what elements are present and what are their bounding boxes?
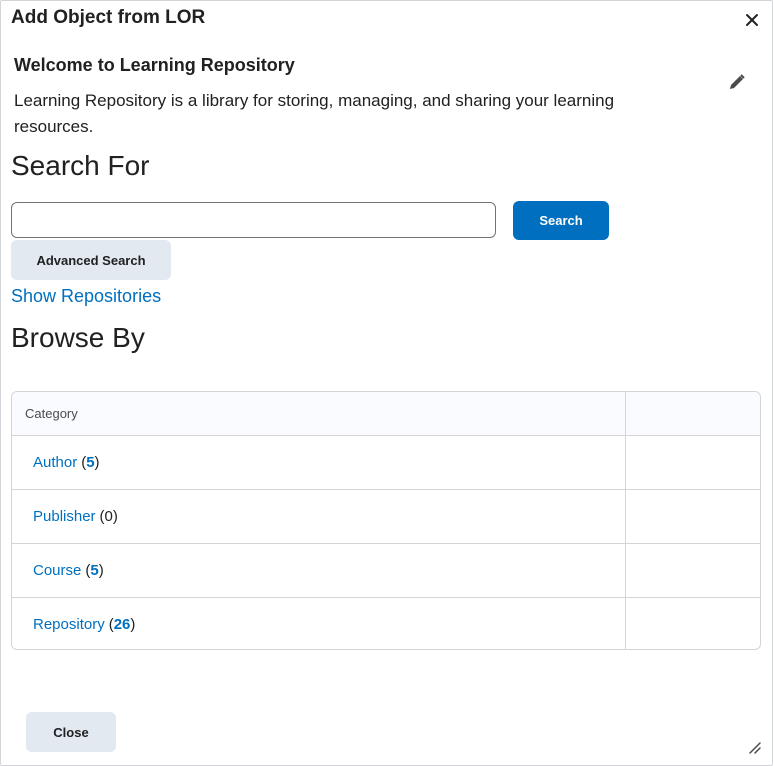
count-value: 0	[104, 508, 113, 525]
add-object-dialog: Add Object from LOR Welcome to Learning …	[0, 0, 773, 766]
category-count: (0)	[99, 508, 118, 525]
widget-title: Welcome to Learning Repository	[14, 55, 295, 75]
empty-cell	[625, 597, 760, 649]
category-cell: Author (5)	[12, 435, 626, 490]
table-row: Course (5)	[12, 543, 760, 598]
empty-cell	[625, 489, 760, 544]
advanced-search-button[interactable]: Advanced Search	[11, 240, 171, 280]
category-link-publisher[interactable]: Publisher	[33, 508, 96, 525]
table-row: Author (5)	[12, 435, 760, 490]
empty-cell	[625, 435, 760, 490]
category-cell: Repository (26)	[12, 598, 626, 650]
category-link-repository[interactable]: Repository	[33, 616, 105, 633]
table-row: Repository (26)	[12, 597, 760, 650]
category-link-author[interactable]: Author	[33, 454, 77, 471]
category-count: (26)	[108, 616, 136, 633]
dialog-title: Add Object from LOR	[11, 7, 206, 28]
search-heading: Search For	[11, 150, 150, 181]
search-input[interactable]	[11, 202, 496, 238]
close-button[interactable]: Close	[26, 712, 116, 752]
category-column-header: Category	[12, 392, 626, 436]
category-count: (5)	[85, 562, 104, 579]
browse-heading: Browse By	[11, 322, 145, 353]
category-count: (5)	[81, 454, 100, 471]
count-link[interactable]: 5	[90, 562, 98, 579]
show-repositories-link[interactable]: Show Repositories	[11, 286, 161, 307]
category-cell: Publisher (0)	[12, 489, 626, 544]
category-cell: Course (5)	[12, 543, 626, 598]
widget-description: Learning Repository is a library for sto…	[14, 91, 615, 136]
empty-cell	[625, 543, 760, 598]
table-header-row: Category	[12, 392, 760, 436]
resize-grip-icon[interactable]	[746, 739, 762, 755]
category-link-course[interactable]: Course	[33, 562, 81, 579]
browse-table: Category Author (5) Publisher (0) Course…	[11, 391, 761, 650]
empty-column-header	[625, 392, 760, 436]
search-button[interactable]: Search	[513, 201, 609, 240]
count-link[interactable]: 5	[86, 454, 94, 471]
close-icon[interactable]	[741, 9, 763, 31]
table-row: Publisher (0)	[12, 489, 760, 544]
pencil-icon[interactable]	[726, 71, 748, 93]
count-link[interactable]: 26	[114, 616, 131, 633]
